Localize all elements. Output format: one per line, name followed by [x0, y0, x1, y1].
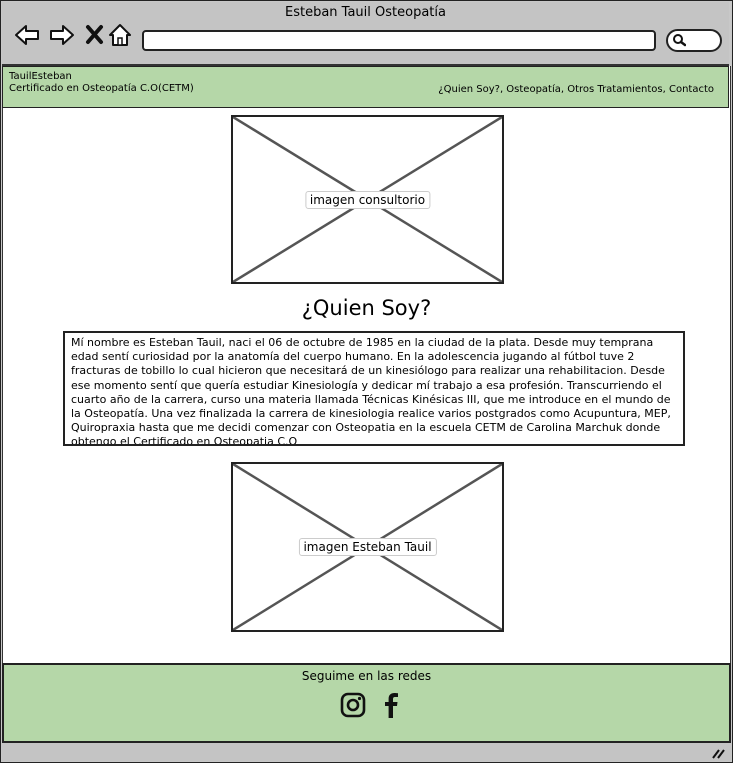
status-bar	[2, 743, 731, 761]
page-title: ¿Quien Soy?	[301, 296, 432, 320]
url-bar[interactable]	[142, 30, 656, 51]
brand-subtitle: Certificado en Osteopatía C.O(CETM)	[9, 83, 194, 94]
home-icon[interactable]	[107, 22, 133, 48]
brand[interactable]: TauilEsteban Certificado en Osteopatía C…	[9, 71, 194, 95]
facebook-icon[interactable]	[377, 691, 405, 719]
bio-text: Mí nombre es Esteban Tauil, naci el 06 d…	[63, 331, 685, 446]
image-placeholder-consultorio: imagen consultorio	[231, 115, 504, 284]
image-placeholder-esteban: imagen Esteban Tauil	[231, 462, 504, 632]
search-icon	[673, 34, 686, 47]
instagram-icon[interactable]	[339, 691, 367, 719]
site-footer: Seguime en las redes	[2, 663, 731, 743]
close-icon[interactable]	[82, 22, 108, 48]
nav-links[interactable]: ¿Quien Soy?, Osteopatía, Otros Tratamien…	[438, 84, 714, 95]
arrow-right-icon[interactable]	[49, 22, 75, 48]
brand-name: TauilEsteban	[9, 71, 72, 82]
window-title: Esteban Tauil Osteopatía	[285, 5, 446, 20]
browser-toolbar: Esteban Tauil Osteopatía	[2, 2, 729, 66]
image-label: imagen consultorio	[304, 190, 431, 209]
search-box[interactable]	[666, 29, 722, 52]
arrow-left-icon[interactable]	[14, 22, 40, 48]
image-label: imagen Esteban Tauil	[298, 538, 437, 556]
resize-handle-icon[interactable]	[711, 747, 725, 759]
site-header: TauilEsteban Certificado en Osteopatía C…	[2, 66, 729, 108]
footer-title: Seguime en las redes	[301, 669, 432, 683]
